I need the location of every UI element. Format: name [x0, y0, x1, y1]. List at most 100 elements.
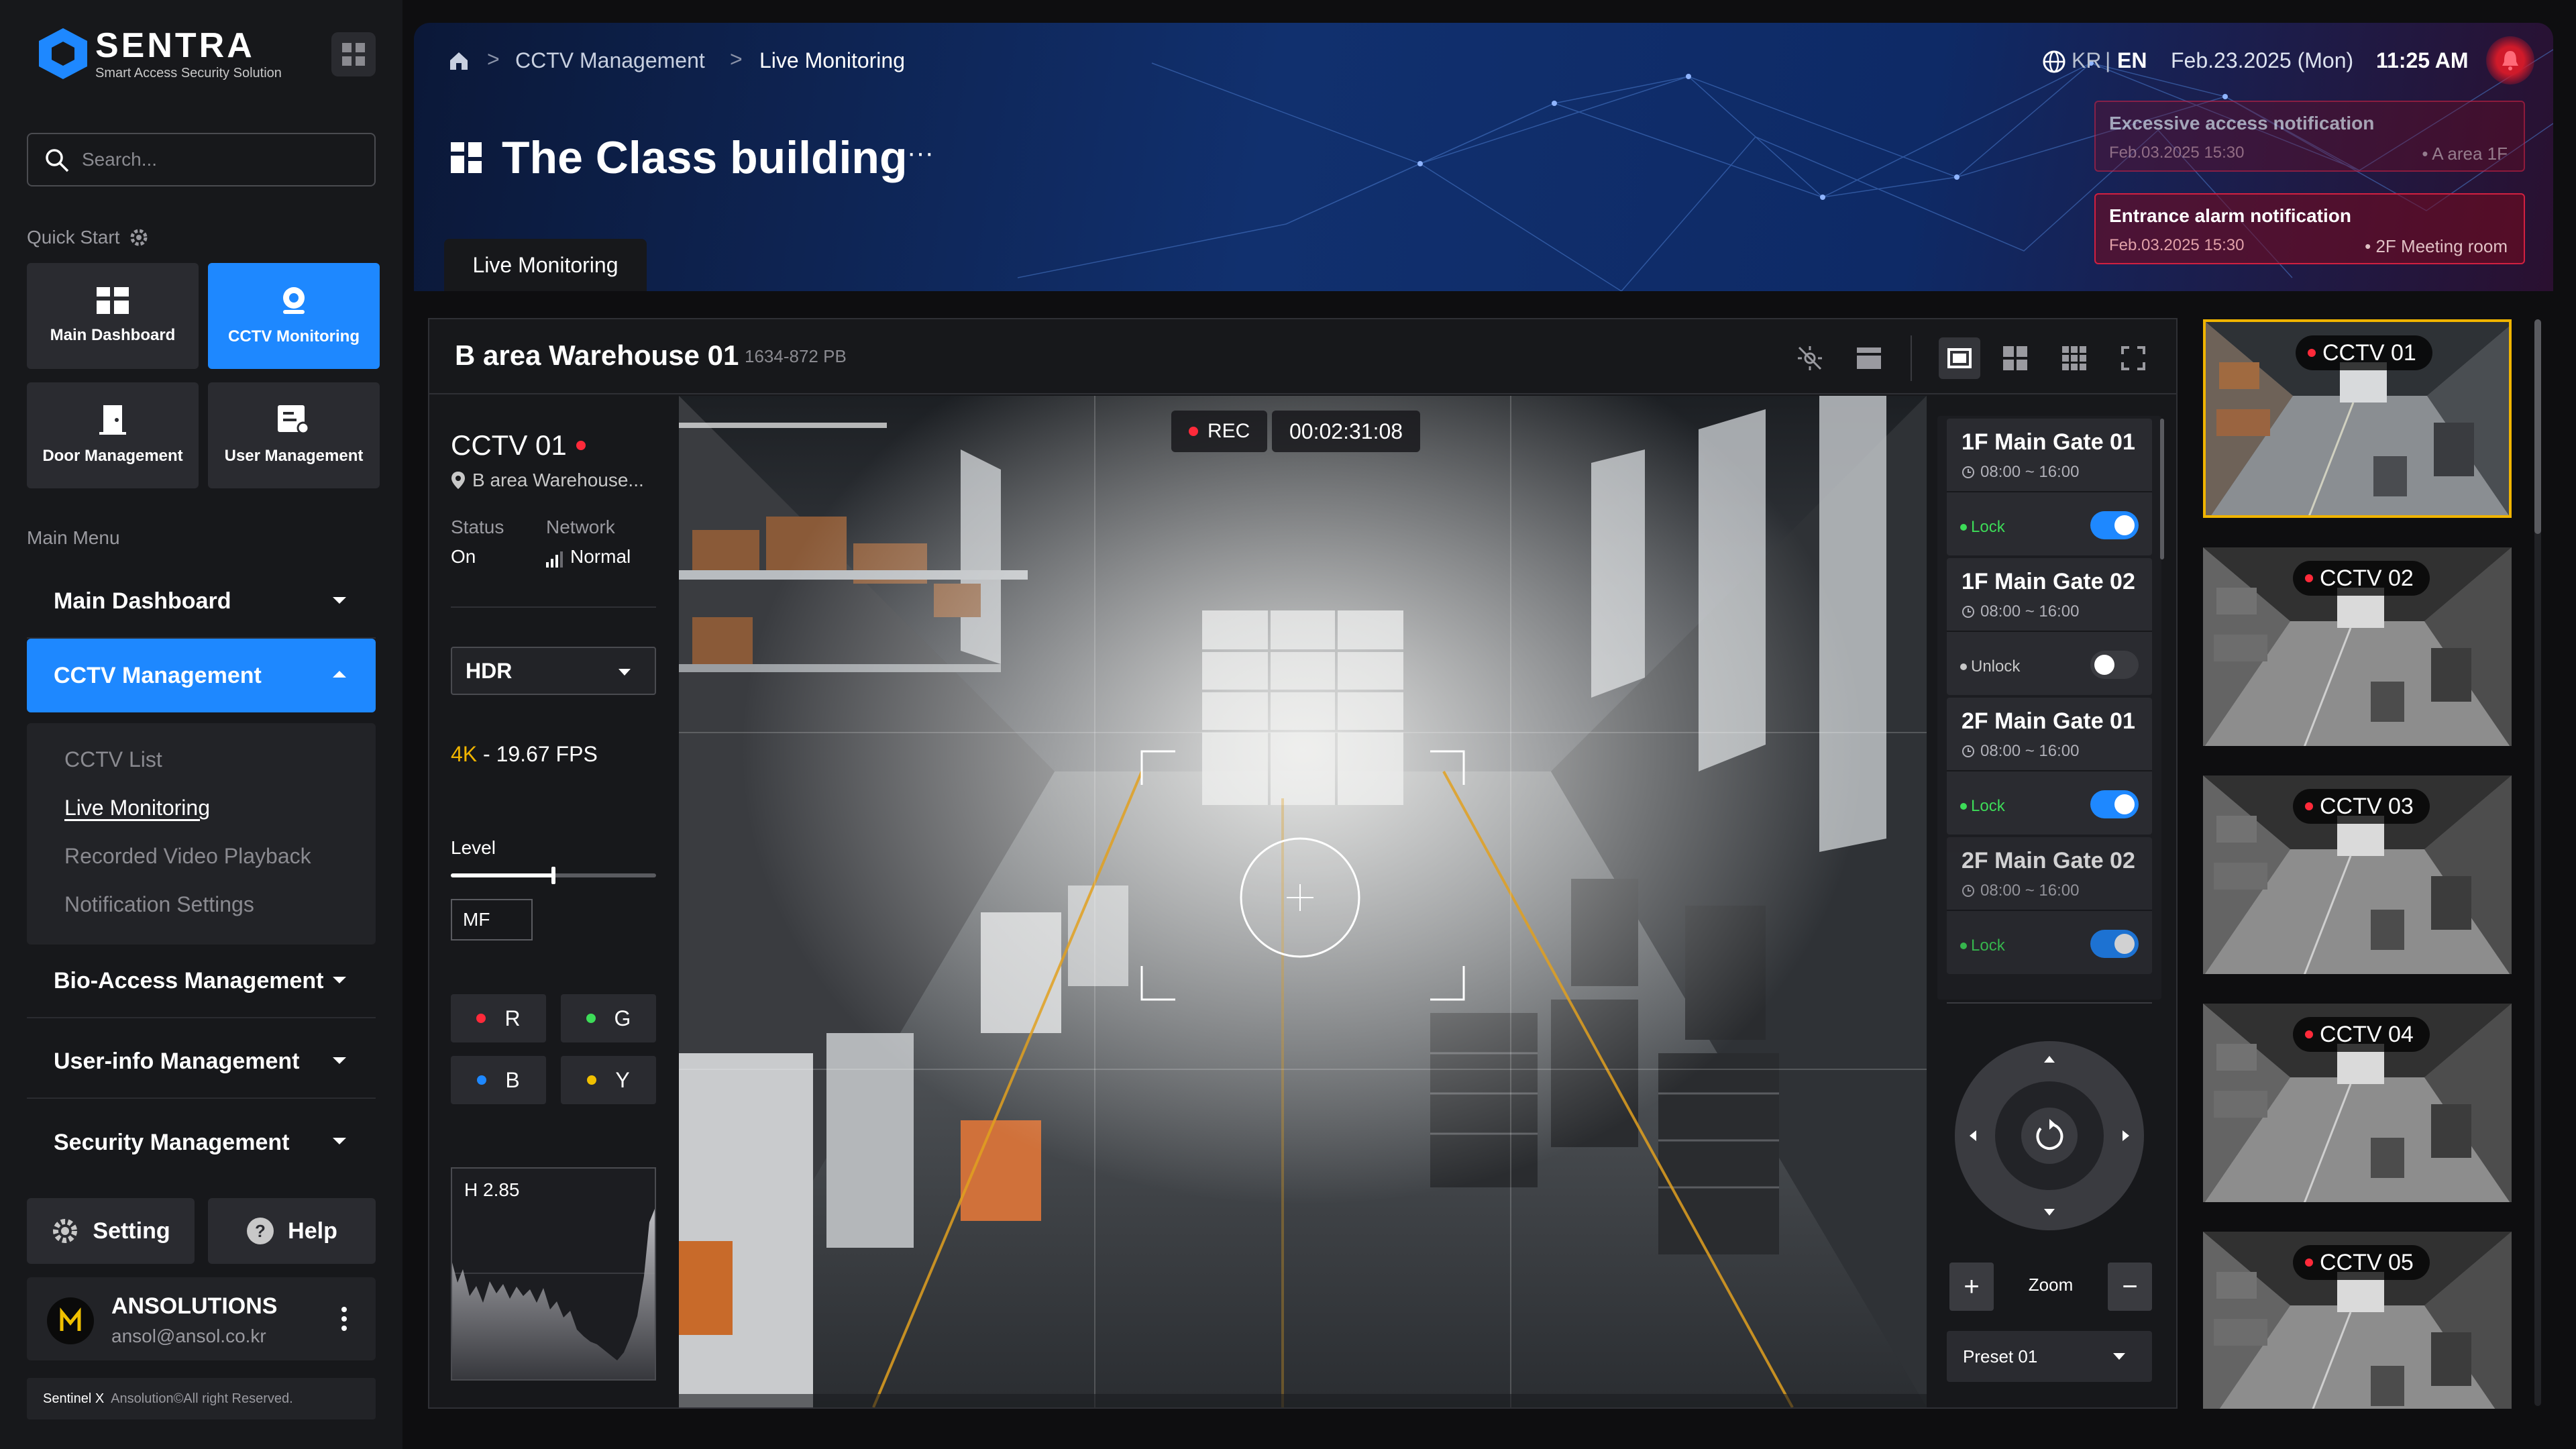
color-y-button[interactable]: Y — [561, 1056, 656, 1104]
arrow-left-icon[interactable] — [1970, 1130, 1976, 1141]
breadcrumb-cctv-management[interactable]: CCTV Management — [515, 48, 705, 73]
setting-button[interactable]: Setting — [27, 1198, 195, 1264]
chevron-down-icon — [333, 977, 346, 983]
quick-door-management[interactable]: Door Management — [27, 382, 199, 488]
yellow-dot — [587, 1075, 597, 1085]
cctv-thumbnail[interactable]: CCTV 05 — [2203, 1232, 2512, 1409]
submenu-notification-settings[interactable]: Notification Settings — [64, 892, 254, 917]
bell-icon — [2502, 51, 2518, 70]
submenu-cctv-list[interactable]: CCTV List — [64, 747, 162, 772]
arrow-down-icon[interactable] — [2044, 1209, 2055, 1216]
level-fill — [451, 873, 553, 877]
gear-icon — [53, 1219, 78, 1243]
zoom-in-button[interactable]: + — [1949, 1263, 1994, 1311]
quad-view-icon — [2003, 346, 2027, 370]
histogram-panel: H 2.85 — [451, 1167, 656, 1381]
search-input[interactable]: Search... — [27, 133, 376, 186]
color-r-button[interactable]: R — [451, 994, 546, 1042]
page-title: The Class building — [502, 132, 908, 183]
notification-card[interactable]: Entrance alarm notification Feb.03.2025 … — [2094, 193, 2525, 264]
clock-icon — [1962, 466, 1974, 478]
dashboard-icon — [97, 287, 129, 314]
quick-cctv-monitoring[interactable]: CCTV Monitoring — [208, 263, 380, 369]
gate-time-row: 08:00 ~ 16:00 — [1962, 742, 2079, 761]
arrow-right-icon[interactable] — [2123, 1130, 2129, 1141]
tab-live-monitoring[interactable]: Live Monitoring — [444, 239, 647, 291]
gate-lock-toggle[interactable] — [2090, 511, 2139, 539]
cctv-thumbnail[interactable]: CCTV 03 — [2203, 775, 2512, 974]
gate-list-scrollbar[interactable] — [2160, 419, 2164, 559]
chevron-down-icon — [333, 1057, 346, 1064]
lang-en[interactable]: EN — [2117, 48, 2147, 73]
main-menu-label: Main Menu — [27, 527, 120, 548]
notification-title: Excessive access notification — [2109, 113, 2375, 133]
help-icon: ? — [247, 1218, 274, 1244]
mode-value: HDR — [466, 658, 513, 683]
color-label: Y — [615, 1067, 630, 1092]
breadcrumb-live-monitoring: Live Monitoring — [759, 48, 905, 72]
cctv-thumbnail[interactable]: CCTV 02 — [2203, 547, 2512, 746]
camera-code: 1634-872 PB — [745, 346, 847, 366]
help-button[interactable]: ? Help — [208, 1198, 376, 1264]
menu-main-dashboard[interactable]: Main Dashboard — [27, 565, 376, 639]
more-options-icon[interactable]: ··· — [907, 138, 934, 168]
level-slider[interactable] — [451, 867, 656, 884]
divider — [1947, 631, 2152, 632]
live-video-feed[interactable]: REC 00:02:31:08 — [679, 396, 1927, 1407]
level-handle[interactable] — [551, 867, 555, 884]
layout-rows-icon — [1857, 347, 1881, 369]
quick-user-management[interactable]: User Management — [208, 382, 380, 488]
mode-select[interactable]: HDR — [451, 647, 656, 695]
thumbnail-scrollbar[interactable] — [2534, 319, 2541, 1406]
layout-quad-button[interactable] — [1999, 342, 2031, 374]
notification-location: • A area 1F — [2422, 144, 2508, 164]
nine-view-icon — [2062, 346, 2086, 370]
thumbnail-label: CCTV 01 — [2296, 335, 2432, 370]
alarm-button[interactable] — [2486, 36, 2534, 85]
bright-off-button[interactable] — [1794, 342, 1826, 374]
layout-nine-button[interactable] — [2058, 342, 2090, 374]
zoom-out-button[interactable]: − — [2108, 1263, 2152, 1311]
menu-security[interactable]: Security Management — [27, 1106, 376, 1179]
submenu-recorded-playback[interactable]: Recorded Video Playback — [64, 844, 311, 869]
clock-icon — [1962, 745, 1974, 757]
fullscreen-button[interactable] — [2117, 342, 2149, 374]
copyright-text: Ansolution©All right Reserved. — [111, 1391, 293, 1406]
submenu-live-monitoring[interactable]: Live Monitoring — [64, 796, 210, 820]
histogram-graph — [452, 1209, 655, 1379]
home-icon[interactable] — [448, 51, 470, 71]
cctv-thumbnail[interactable]: CCTV 01 — [2203, 319, 2512, 518]
cctv-thumbnail[interactable]: CCTV 04 — [2203, 1004, 2512, 1202]
layout-list-button[interactable] — [1853, 342, 1885, 374]
chevron-down-icon — [619, 669, 631, 676]
gate-name: 1F Main Gate 01 — [1962, 429, 2135, 455]
green-dot — [586, 1014, 596, 1023]
menu-user-info[interactable]: User-info Management — [27, 1025, 376, 1099]
camera-location-row: B area Warehouse... — [451, 470, 644, 491]
quick-start-label: Quick Start — [27, 227, 120, 248]
preset-select[interactable]: Preset 01 — [1947, 1331, 2152, 1382]
gate-lock-toggle[interactable] — [2090, 790, 2139, 818]
breadcrumb-separator: > — [730, 47, 743, 71]
menu-cctv-management[interactable]: CCTV Management — [27, 639, 376, 712]
warehouse-scene — [679, 396, 1927, 1407]
quick-main-dashboard[interactable]: Main Dashboard — [27, 263, 199, 369]
divider — [1947, 910, 2152, 911]
color-b-button[interactable]: B — [451, 1056, 546, 1104]
arrow-up-icon[interactable] — [2044, 1056, 2055, 1063]
lang-kr[interactable]: KR — [2072, 48, 2101, 73]
state-dot — [1960, 943, 1967, 949]
color-g-button[interactable]: G — [561, 994, 656, 1042]
gate-lock-toggle[interactable] — [2090, 930, 2139, 958]
user-list-icon — [278, 405, 310, 435]
notification-card[interactable]: Excessive access notification Feb.03.202… — [2094, 101, 2525, 172]
menu-bio-access[interactable]: Bio-Access Management — [27, 945, 376, 1018]
gate-state: Lock — [1971, 797, 2005, 815]
layout-single-button[interactable] — [1939, 337, 1980, 379]
divider — [1947, 491, 2152, 492]
gate-state-row: Lock — [1960, 518, 2005, 537]
focus-mode-field[interactable]: MF — [451, 899, 533, 941]
gate-lock-toggle[interactable] — [2090, 651, 2139, 679]
apps-grid-button[interactable] — [331, 32, 376, 76]
more-vertical-icon[interactable] — [339, 1305, 349, 1332]
